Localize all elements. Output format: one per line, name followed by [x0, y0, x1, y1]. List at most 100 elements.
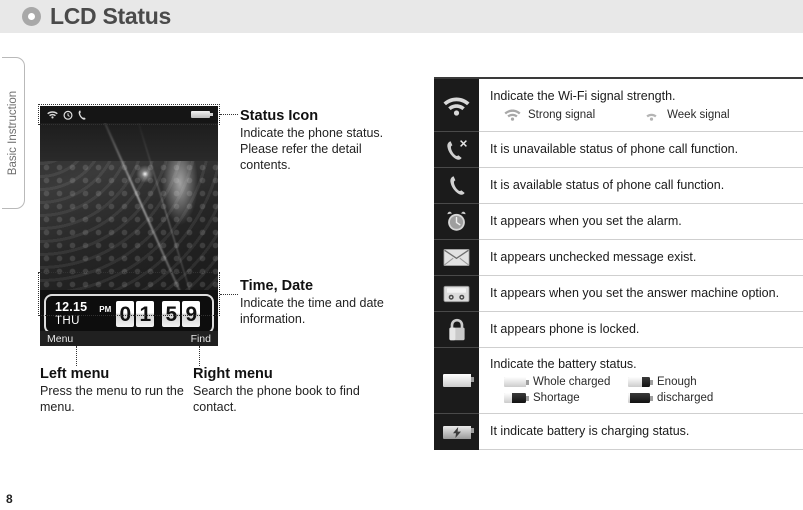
row-description: It is unavailable status of phone call f… [490, 141, 739, 156]
annotation-status-icon: Status Icon Indicate the phone status. P… [240, 108, 400, 174]
table-cell-description: It appears when you set the answer machi… [479, 276, 803, 312]
annotation-title: Right menu [193, 366, 273, 382]
battery-charging-icon [434, 414, 479, 450]
clock-date-value: 12.15 [55, 300, 88, 315]
clock-weekday-value: THU [55, 314, 80, 327]
table-cell-description: It appears unchecked message exist. [479, 240, 803, 276]
page-header: LCD Status [0, 0, 803, 33]
battery-discharged-icon [628, 393, 653, 404]
table-row: It appears when you set the answer machi… [434, 276, 803, 312]
filled-circle-icon [22, 7, 41, 26]
sub-item-label: Strong signal [528, 108, 596, 121]
wifi-icon [434, 79, 479, 132]
page-number: 8 [6, 492, 13, 506]
annotation-right-menu: Right menu Search the phone book to find… [193, 366, 368, 416]
battery-full-icon [191, 111, 213, 118]
clock-widget: 12.15 THU PM 0 1 5 9 [44, 294, 214, 334]
alarm-clock-icon [434, 204, 479, 240]
annotation-title: Status Icon [240, 108, 319, 124]
table-cell-description: It appears when you set the alarm. [479, 204, 803, 240]
phone-call-unavailable-icon [434, 132, 479, 168]
wifi-weak-icon [646, 114, 657, 122]
sub-item-enough: Enough [628, 376, 697, 388]
row-description: It indicate battery is charging status. [490, 423, 690, 438]
table-row: It appears unchecked message exist. [434, 240, 803, 276]
answer-machine-icon [434, 276, 479, 312]
annotation-left-menu: Left menu Press the menu to run the menu… [40, 366, 190, 416]
table-cell-description: Indicate the battery status. Whole charg… [479, 348, 803, 414]
sub-item-whole-charged: Whole charged [504, 376, 616, 388]
battery-icon [434, 348, 479, 414]
wifi-icon [47, 111, 58, 119]
callout-leader-status [220, 114, 238, 115]
padlock-icon [434, 312, 479, 348]
sidebar-section-label: Basic Instruction [7, 90, 19, 176]
phone-wallpaper [40, 123, 218, 290]
clock-minute-digit: 5 [162, 301, 181, 327]
sub-item-label: Enough [657, 376, 697, 389]
table-cell-description: It indicate battery is charging status. [479, 414, 803, 450]
table-row: It appears when you set the alarm. [434, 204, 803, 240]
envelope-icon [434, 240, 479, 276]
table-cell-description: Indicate the Wi-Fi signal strength. Stro… [479, 79, 803, 132]
sidebar-section-tab: Basic Instruction [2, 57, 25, 209]
annotation-body: Search the phone book to find contact. [193, 384, 360, 414]
clock-hour-digit: 0 [116, 301, 135, 327]
alarm-clock-icon [63, 110, 73, 120]
table-row: It is unavailable status of phone call f… [434, 132, 803, 168]
row-description: Indicate the battery status. [490, 356, 637, 371]
wallpaper-top-band [40, 123, 218, 161]
phone-call-available-icon [434, 168, 479, 204]
annotation-body: Indicate the time and date information. [240, 296, 384, 326]
clock-meridiem: PM [99, 305, 112, 314]
sub-item-label: Whole charged [533, 376, 611, 389]
row-description: It appears when you set the alarm. [490, 213, 682, 228]
wallpaper-lens-flare [136, 165, 154, 183]
phone-handset-icon [78, 109, 86, 120]
callout-leader-left-menu [76, 346, 77, 366]
softkey-left-menu[interactable]: Menu [47, 333, 73, 345]
annotation-title: Time, Date [240, 278, 314, 294]
clock-minute-digit: 9 [182, 301, 201, 327]
row-description: It appears unchecked message exist. [490, 249, 697, 264]
table-row: Indicate the Wi-Fi signal strength. Stro… [434, 79, 803, 132]
table-row: Indicate the battery status. Whole charg… [434, 348, 803, 414]
phone-status-bar [40, 106, 218, 123]
annotation-body: Indicate the phone status. Please refer … [240, 126, 384, 172]
battery-shortage-icon [504, 393, 529, 404]
row-description: It is available status of phone call fun… [490, 177, 725, 192]
table-row: It appears phone is locked. [434, 312, 803, 348]
annotation-body: Press the menu to run the menu. [40, 384, 184, 414]
softkey-right-find[interactable]: Find [191, 333, 211, 345]
status-icon-table: Indicate the Wi-Fi signal strength. Stro… [434, 77, 803, 450]
table-row: It indicate battery is charging status. [434, 414, 803, 450]
row-description: Indicate the Wi-Fi signal strength. [490, 88, 676, 103]
table-cell-description: It is unavailable status of phone call f… [479, 132, 803, 168]
battery-full-icon [504, 377, 529, 388]
table-row: It is available status of phone call fun… [434, 168, 803, 204]
battery-full-icon [442, 374, 474, 387]
battery-enough-icon [628, 377, 653, 388]
lightning-bolt-icon [452, 426, 461, 438]
sub-item-weak-signal: Week signal [643, 108, 730, 122]
sub-item-label: Week signal [667, 108, 730, 121]
phone-screen-mockup: 12.15 THU PM 0 1 5 9 Menu Find [40, 106, 218, 346]
table-cell-description: It appears phone is locked. [479, 312, 803, 348]
clock-hour-digit: 1 [136, 301, 155, 327]
sub-item-shortage: Shortage [504, 392, 616, 404]
annotation-title: Left menu [40, 366, 110, 382]
sub-item-label: discharged [657, 392, 714, 405]
sub-item-strong-signal: Strong signal [504, 108, 596, 122]
table-cell-description: It is available status of phone call fun… [479, 168, 803, 204]
row-description: It appears when you set the answer machi… [490, 285, 780, 300]
annotation-time-date: Time, Date Indicate the time and date in… [240, 278, 400, 328]
callout-leader-clock [220, 294, 238, 295]
sub-item-label: Shortage [533, 392, 580, 405]
sub-item-discharged: discharged [628, 392, 713, 404]
wifi-strong-icon [504, 109, 521, 122]
phone-softkey-bar: Menu Find [40, 331, 218, 346]
row-description: It appears phone is locked. [490, 321, 640, 336]
callout-leader-right-menu [199, 346, 200, 366]
lcd-status-page: LCD Status Basic Instruction 8 12.15 THU… [0, 0, 803, 510]
page-title: LCD Status [50, 3, 171, 29]
